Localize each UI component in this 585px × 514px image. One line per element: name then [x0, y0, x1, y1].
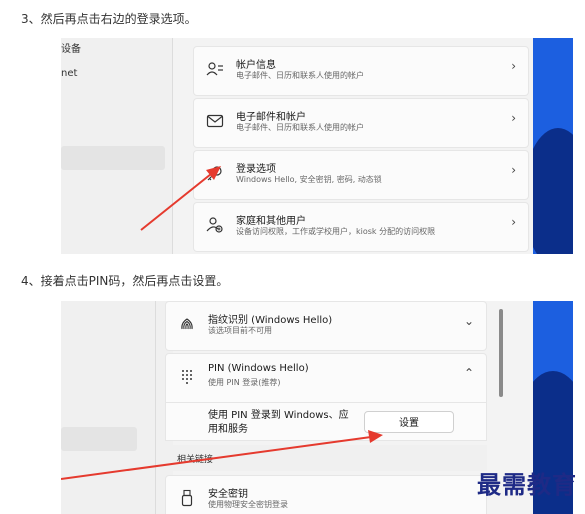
nav-item-fragment[interactable]: 设备	[61, 40, 81, 55]
card-subtitle: 该选项目前不可用	[208, 326, 272, 335]
chevron-right-icon: ›	[511, 59, 516, 73]
usb-key-icon	[181, 489, 193, 507]
chevron-right-icon: ›	[511, 215, 516, 229]
chevron-right-icon: ›	[511, 163, 516, 177]
family-icon	[206, 217, 223, 233]
card-subtitle: 使用 PIN 登录(推荐)	[208, 378, 281, 387]
settings-screenshot-accounts: 设备 net 帐户信息 电子邮件、日历和联系人使用的帐户 › 电子邮件和帐户 电…	[61, 38, 573, 254]
related-links-label: 相关链接	[177, 455, 214, 465]
card-title: 安全密钥	[208, 489, 248, 500]
key-icon	[207, 166, 222, 181]
sign-in-options-card[interactable]: 登录选项 Windows Hello, 安全密钥, 密码, 动态锁 ›	[193, 150, 529, 200]
pin-description: 使用 PIN 登录到 Windows、应用和服务	[208, 410, 349, 435]
card-subtitle: Windows Hello, 安全密钥, 密码, 动态锁	[236, 175, 382, 184]
site-watermark: 最需教育	[477, 470, 577, 499]
card-subtitle: 设备访问权限，工作或学校用户，kiosk 分配的访问权限	[236, 227, 436, 236]
desktop-wallpaper	[533, 38, 573, 254]
left-navigation-pane	[61, 301, 173, 514]
step-3-instruction: 3、然后再点击右边的登录选项。	[21, 12, 197, 26]
email-icon	[206, 114, 224, 128]
step-4-instruction: 4、接着点击PIN码，然后再点击设置。	[21, 274, 229, 288]
card-title: 家庭和其他用户	[236, 216, 306, 227]
left-navigation-pane: 设备 net	[61, 38, 173, 254]
card-subtitle: 电子邮件、日历和联系人使用的帐户	[236, 123, 364, 132]
card-title: 指纹识别 (Windows Hello)	[208, 315, 333, 326]
fingerprint-card[interactable]: 指纹识别 (Windows Hello) 该选项目前不可用 ⌄	[165, 301, 487, 351]
chevron-down-icon: ⌄	[463, 314, 474, 328]
pin-card[interactable]: PIN (Windows Hello) 使用 PIN 登录(推荐) ⌃	[165, 353, 487, 403]
chevron-right-icon: ›	[511, 111, 516, 125]
fingerprint-icon	[181, 318, 193, 330]
pin-expanded-row: 使用 PIN 登录到 Windows、应用和服务 设置	[165, 403, 487, 441]
card-title: 登录选项	[236, 164, 276, 175]
nav-selected-highlight[interactable]	[61, 427, 137, 451]
email-accounts-card[interactable]: 电子邮件和帐户 电子邮件、日历和联系人使用的帐户 ›	[193, 98, 529, 148]
pane-divider	[172, 38, 173, 254]
account-info-card[interactable]: 帐户信息 电子邮件、日历和联系人使用的帐户 ›	[193, 46, 529, 96]
nav-item-fragment[interactable]: net	[61, 68, 77, 79]
card-title: 帐户信息	[236, 60, 276, 71]
related-links-section: 相关链接	[165, 445, 487, 471]
scrollbar-thumb[interactable]	[499, 309, 503, 397]
pane-divider	[155, 301, 156, 514]
nav-selected-highlight[interactable]	[61, 146, 165, 170]
pin-keypad-icon	[182, 370, 192, 384]
family-other-users-card[interactable]: 家庭和其他用户 设备访问权限，工作或学校用户，kiosk 分配的访问权限 ›	[193, 202, 529, 252]
card-title: 电子邮件和帐户	[236, 112, 306, 123]
card-subtitle: 使用物理安全密钥登录	[208, 500, 288, 509]
chevron-up-icon: ⌃	[463, 366, 474, 380]
card-subtitle: 电子邮件、日历和联系人使用的帐户	[236, 71, 364, 80]
security-key-card[interactable]: 安全密钥 使用物理安全密钥登录	[165, 475, 487, 514]
account-info-icon	[206, 62, 223, 76]
card-title: PIN (Windows Hello)	[208, 363, 309, 374]
setup-pin-button[interactable]: 设置	[364, 411, 454, 433]
